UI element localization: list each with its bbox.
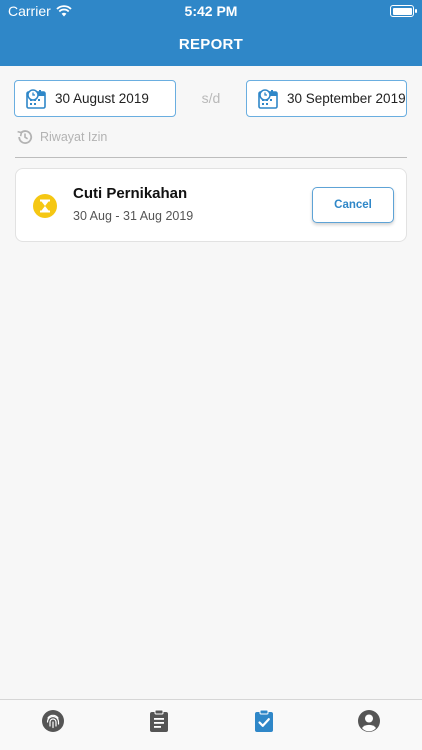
history-link[interactable]: Riwayat Izin: [16, 128, 107, 146]
status-bar: Carrier 5:42 PM: [0, 0, 422, 22]
hourglass-icon: [40, 199, 50, 213]
fingerprint-icon: [42, 710, 64, 732]
page-title: REPORT: [178, 36, 244, 53]
start-date-value: 30 August 2019: [55, 91, 149, 106]
user-circle-icon: [358, 710, 380, 732]
start-date-picker[interactable]: 30 August 2019: [14, 80, 176, 117]
history-label: Riwayat Izin: [40, 130, 108, 144]
date-separator: s/d: [201, 90, 221, 106]
tab-fingerprint[interactable]: [40, 708, 66, 734]
tab-bar: [0, 699, 422, 750]
tab-report[interactable]: [251, 708, 277, 734]
divider: [15, 157, 407, 158]
end-date-value: 30 September 2019: [287, 91, 406, 106]
cancel-button[interactable]: Cancel: [312, 187, 394, 223]
battery-icon: [390, 5, 417, 17]
history-icon: [17, 130, 33, 144]
status-badge: [33, 194, 57, 218]
app-header: Carrier 5:42 PM REPORT: [0, 0, 422, 66]
calendar-clock-icon: [258, 88, 278, 109]
clipboard-list-icon: [150, 709, 168, 732]
status-time: 5:42 PM: [184, 3, 238, 19]
clipboard-check-icon: [255, 709, 273, 732]
tab-requests[interactable]: [146, 708, 172, 734]
leave-card: Cuti Pernikahan 30 Aug - 31 Aug 2019 Can…: [15, 168, 407, 242]
leave-title: Cuti Pernikahan: [73, 185, 188, 202]
calendar-clock-icon: [26, 88, 46, 109]
tab-profile[interactable]: [356, 708, 382, 734]
leave-dates: 30 Aug - 31 Aug 2019: [73, 209, 194, 223]
end-date-picker[interactable]: 30 September 2019: [246, 80, 407, 117]
